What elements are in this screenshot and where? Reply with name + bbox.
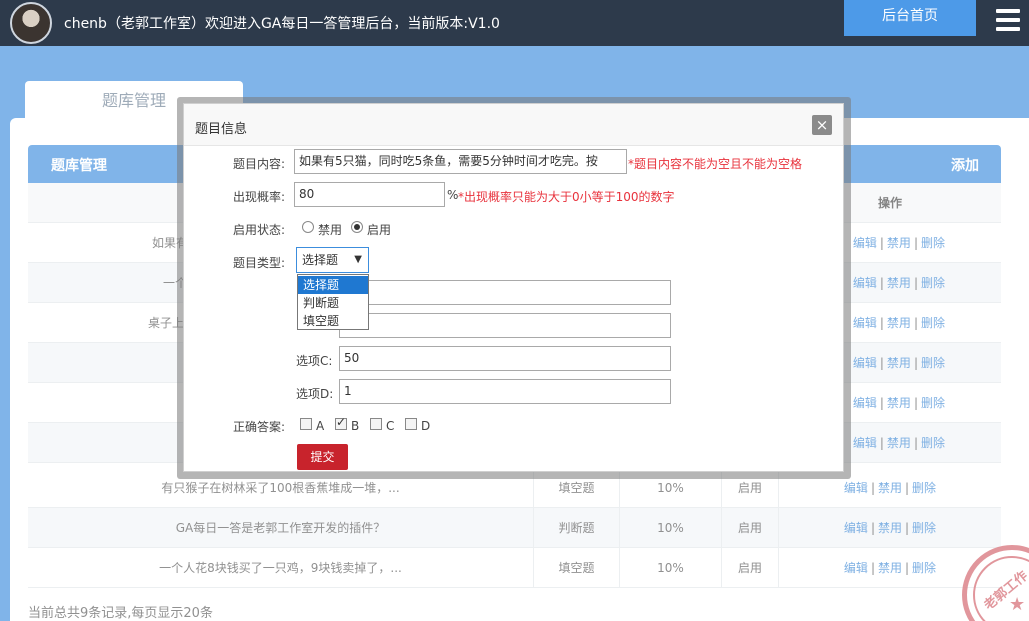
rate-unit: % bbox=[447, 188, 459, 202]
option-a-input[interactable] bbox=[339, 280, 671, 305]
answer-label: 正确答案: bbox=[233, 420, 286, 434]
status-radio-disabled[interactable] bbox=[302, 221, 314, 233]
type-option-choice[interactable]: 选择题 bbox=[298, 276, 368, 294]
dialog-title: 题目信息 bbox=[195, 122, 248, 137]
answer-b-checkbox[interactable] bbox=[335, 415, 347, 430]
top-bar: chenb（老郭工作室）欢迎进入GA每日一答管理后台，当前版本:V1.0 后台首… bbox=[0, 0, 1029, 46]
answer-a-checkbox[interactable] bbox=[300, 418, 312, 430]
home-button[interactable]: 后台首页 bbox=[844, 0, 976, 36]
answer-b-label: B bbox=[351, 419, 360, 433]
type-option-judge[interactable]: 判断题 bbox=[298, 294, 368, 312]
avatar bbox=[10, 2, 52, 44]
rate-error: *出现概率只能为大于0小等于100的数字 bbox=[458, 190, 675, 204]
page-title: chenb（老郭工作室）欢迎进入GA每日一答管理后台，当前版本:V1.0 bbox=[64, 16, 500, 32]
content-input[interactable]: 如果有5只猫，同时吃5条鱼，需要5分钟时间才吃完。按 bbox=[294, 149, 627, 174]
option-b-input[interactable] bbox=[339, 313, 671, 338]
rate-label: 出现概率: bbox=[233, 190, 286, 204]
option-c-input[interactable]: 50 bbox=[339, 346, 671, 371]
dialog-header: 题目信息 × bbox=[184, 104, 843, 146]
option-c-label: 选项C: bbox=[296, 354, 333, 368]
answer-c-checkbox[interactable] bbox=[370, 418, 382, 430]
answer-d-label: D bbox=[421, 419, 431, 433]
content-error: *题目内容不能为空且不能为空格 bbox=[628, 157, 803, 171]
type-option-fill[interactable]: 填空题 bbox=[298, 312, 368, 330]
answer-c-label: C bbox=[386, 419, 395, 433]
option-d-label: 选项D: bbox=[296, 387, 334, 401]
option-d-input[interactable]: 1 bbox=[339, 379, 671, 404]
type-dropdown: 选择题 判断题 填空题 bbox=[297, 274, 369, 330]
submit-button[interactable]: 提交 bbox=[297, 444, 348, 470]
type-label: 题目类型: bbox=[233, 256, 286, 270]
type-select[interactable]: 选择题 ▼ bbox=[296, 247, 369, 273]
status-option-disabled: 禁用 bbox=[318, 223, 343, 237]
answer-d-checkbox[interactable] bbox=[405, 418, 417, 430]
rate-input[interactable]: 80 bbox=[294, 182, 445, 207]
caret-down-icon: ▼ bbox=[354, 254, 362, 265]
answer-a-label: A bbox=[316, 419, 325, 433]
status-label: 启用状态: bbox=[233, 223, 286, 237]
content-label: 题目内容: bbox=[233, 157, 286, 171]
menu-icon[interactable] bbox=[996, 9, 1020, 31]
status-option-enabled: 启用 bbox=[367, 223, 392, 237]
status-radio-enabled[interactable] bbox=[351, 221, 363, 233]
type-select-value: 选择题 bbox=[302, 253, 339, 267]
close-icon[interactable]: × bbox=[812, 115, 832, 135]
